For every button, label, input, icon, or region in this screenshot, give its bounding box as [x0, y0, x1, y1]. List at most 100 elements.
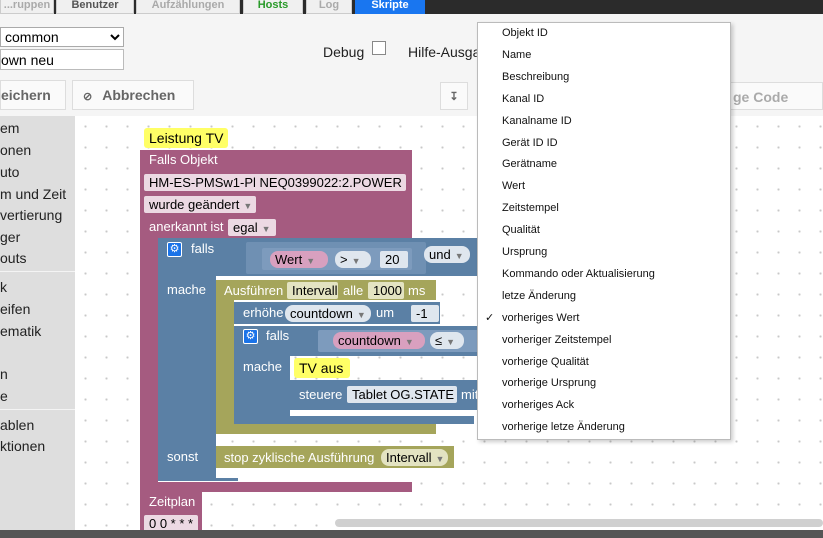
tab-gruppen[interactable]: ...ruppen [0, 0, 54, 14]
interval-name-text: Intervall [292, 283, 338, 298]
menu-item-zeitstempel[interactable]: Zeitstempel [478, 198, 730, 220]
value-20-text: 20 [385, 252, 400, 267]
chevron-down-icon: ▼ [435, 454, 445, 464]
menu-item-kommando[interactable]: Kommando oder Aktualisierung [478, 264, 730, 286]
falls-objekt-label: Falls Objekt [149, 152, 218, 167]
tablet-object-field[interactable]: Tablet OG.STATE [347, 386, 457, 403]
sidebar-item-farbe[interactable]: e [0, 386, 75, 407]
le-text: ≤ [435, 333, 443, 348]
menu-item-vorheriger-zeitstempel[interactable]: vorheriger Zeitstempel [478, 330, 730, 352]
mache2-label: mache [243, 359, 283, 374]
value-20-field[interactable]: 20 [380, 251, 408, 268]
horizontal-scrollbar[interactable] [335, 519, 823, 527]
gear-icon[interactable]: ⚙ [243, 329, 258, 344]
chevron-down-icon: ▼ [446, 337, 456, 347]
alle-label: alle [343, 283, 364, 298]
countdown-var-dropdown[interactable]: countdown ▼ [285, 305, 371, 322]
um-label: um [376, 305, 395, 320]
countdown-var-text: countdown [290, 306, 353, 321]
wurde-dropdown[interactable]: wurde geändert ▼ [144, 196, 256, 213]
menu-item-vorherige-letze-aenderung[interactable]: vorherige letze Änderung [478, 417, 730, 439]
chevron-down-icon: ▼ [351, 256, 361, 266]
save-button[interactable]: eichern [0, 80, 66, 110]
tv-aus-text: TV aus [299, 360, 344, 376]
menu-item-qualitaet[interactable]: Qualität [478, 220, 730, 242]
menu-item-vorherige-qualitaet[interactable]: vorherige Qualität [478, 352, 730, 374]
menu-item-vorheriges-wert[interactable]: ✓ vorheriges Wert [478, 308, 730, 330]
menu-item-kanalname-id[interactable]: Kanalname ID [478, 111, 730, 133]
script-name-input[interactable] [0, 49, 124, 70]
export-button[interactable]: ↧ [440, 82, 468, 110]
cancel-button[interactable]: ⊘ Abbrechen [72, 80, 194, 110]
erhoehe-label: erhöhe [243, 305, 284, 320]
menu-item-geraetname[interactable]: Gerätname [478, 154, 730, 176]
countdown2-dropdown[interactable]: countdown ▼ [333, 332, 425, 349]
sidebar-item-funktionen[interactable]: ktionen [0, 436, 75, 457]
export-icon: ↧ [449, 91, 459, 103]
falls-label: falls [191, 241, 215, 256]
chevron-down-icon: ▼ [404, 337, 414, 347]
sidebar-item-schleifen[interactable]: eifen [0, 299, 75, 320]
sidebar-divider [0, 271, 75, 272]
menu-item-vorheriges-ack[interactable]: vorheriges Ack [478, 395, 730, 417]
sidebar-item-logik[interactable]: k [0, 277, 75, 298]
title-comment[interactable]: Leistung TV [144, 128, 228, 148]
sidebar-item-mathematik[interactable]: ematik [0, 321, 75, 342]
gt-operator-dropdown[interactable]: > ▼ [335, 251, 371, 268]
tablet-object-text: Tablet OG.STATE [352, 387, 455, 402]
object-id-text: HM-ES-PMSw1-Pl NEQ0399022:2.POWER [149, 175, 402, 190]
sidebar-item-system[interactable]: em [0, 118, 75, 139]
debug-checkbox[interactable] [372, 41, 386, 55]
tab-benutzer[interactable]: Benutzer [56, 0, 134, 14]
engine-select[interactable]: common [0, 27, 124, 47]
sidebar-item-datum-und-zeit[interactable]: m und Zeit [0, 184, 75, 205]
tab-aufzaehlungen[interactable]: Aufzählungen [136, 0, 240, 14]
sidebar-item-aktionen[interactable]: onen [0, 140, 75, 161]
sidebar-item-listen[interactable]: n [0, 364, 75, 385]
menu-item-label: vorheriges Wert [502, 311, 580, 324]
le-operator-dropdown[interactable]: ≤ ▼ [430, 332, 464, 349]
menu-item-geraet-id[interactable]: Gerät ID ID [478, 133, 730, 155]
save-button-label: eichern [1, 87, 51, 103]
menu-item-ursprung[interactable]: Ursprung [478, 242, 730, 264]
egal-dropdown[interactable]: egal ▼ [228, 219, 276, 236]
cancel-button-label: Abbrechen [102, 87, 176, 103]
interval-ms-field[interactable]: 1000 [368, 282, 404, 299]
stop-interval-dropdown[interactable]: Intervall ▼ [381, 449, 448, 466]
sidebar-item-text[interactable] [0, 343, 75, 364]
stop-interval-text: Intervall [386, 450, 432, 465]
wert-text: Wert [275, 252, 303, 267]
menu-item-vorherige-ursprung[interactable]: vorherige Ursprung [478, 373, 730, 395]
sidebar-item-konvertierung[interactable]: vertierung [0, 205, 75, 226]
sidebar-item-trigger[interactable]: ger [0, 227, 75, 248]
checkmark-icon: ✓ [485, 311, 495, 324]
falls-inner-footer [234, 416, 474, 424]
chevron-down-icon: ▼ [454, 251, 464, 261]
menu-item-beschreibung[interactable]: Beschreibung [478, 67, 730, 89]
sidebar-item-variablen[interactable]: ablen [0, 415, 75, 436]
menu-item-kanal-id[interactable]: Kanal ID [478, 89, 730, 111]
stop-label: stop zyklische Ausführung [224, 450, 375, 465]
menu-item-name[interactable]: Name [478, 45, 730, 67]
tab-log[interactable]: Log [306, 0, 352, 14]
interval-block-arm [216, 298, 234, 426]
sidebar-item-timeouts[interactable]: outs [0, 248, 75, 269]
sidebar-divider [0, 409, 75, 410]
menu-item-objekt-id[interactable]: Objekt ID [478, 23, 730, 45]
object-id-field[interactable]: HM-ES-PMSw1-Pl NEQ0399022:2.POWER [144, 174, 406, 191]
sidebar-item-sendto[interactable]: uto [0, 162, 75, 183]
interval-name-field[interactable]: Intervall [287, 282, 338, 299]
attribute-dropdown-menu: Objekt ID Name Beschreibung Kanal ID Kan… [477, 22, 731, 440]
wert-dropdown[interactable]: Wert ▼ [270, 251, 328, 268]
tab-skripte[interactable]: Skripte [355, 0, 425, 14]
menu-item-letze-aenderung[interactable]: letze Änderung [478, 286, 730, 308]
interval-block-footer [216, 424, 436, 434]
increment-field[interactable]: -1 [411, 305, 439, 322]
chevron-down-icon: ▼ [306, 256, 316, 266]
tv-aus-comment[interactable]: TV aus [294, 358, 350, 378]
menu-item-wert[interactable]: Wert [478, 176, 730, 198]
tab-hosts[interactable]: Hosts [243, 0, 303, 14]
mache-label: mache [167, 282, 207, 297]
gear-icon[interactable]: ⚙ [167, 242, 182, 257]
und-dropdown[interactable]: und ▼ [424, 246, 470, 263]
